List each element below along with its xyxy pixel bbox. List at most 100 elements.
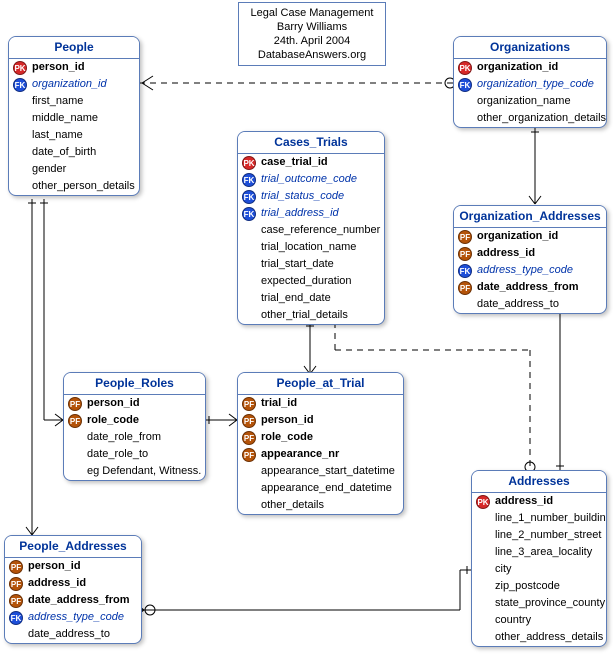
fk-key-icon: FK [242, 207, 256, 221]
attr-label: city [495, 562, 512, 577]
attr-row: other_details [238, 497, 403, 514]
entity-organization-addresses: Organization_Addresses PForganization_id… [453, 205, 607, 314]
attr-label: appearance_start_datetime [261, 464, 395, 479]
none-key-icon [242, 241, 256, 255]
none-key-icon [458, 95, 472, 109]
fk-key-icon: FK [458, 264, 472, 278]
pf-key-icon: PF [458, 230, 472, 244]
attr-row: gender [9, 161, 139, 178]
fk-key-icon: FK [458, 78, 472, 92]
attr-label: other_trial_details [261, 308, 348, 323]
attr-label: case_reference_number [261, 223, 380, 238]
attr-row: appearance_end_datetime [238, 480, 403, 497]
attr-row: PKaddress_id [472, 493, 606, 510]
none-key-icon [242, 309, 256, 323]
none-key-icon [476, 563, 490, 577]
attr-row: other_address_details [472, 629, 606, 646]
attr-label: trial_address_id [261, 206, 339, 221]
title-line1: Legal Case Management [247, 6, 377, 20]
attr-label: date_address_to [477, 297, 559, 312]
attr-row: PForganization_id [454, 228, 606, 245]
attr-label: address_type_code [477, 263, 573, 278]
fk-key-icon: FK [13, 78, 27, 92]
entity-header: Organization_Addresses [454, 206, 606, 228]
attr-row: country [472, 612, 606, 629]
attr-row: line_3_area_locality [472, 544, 606, 561]
attr-label: organization_id [477, 60, 558, 75]
attr-row: organization_name [454, 93, 606, 110]
attr-row: trial_end_date [238, 290, 384, 307]
attr-label: other_details [261, 498, 324, 513]
attr-row: PFperson_id [5, 558, 141, 575]
attr-row: state_province_county [472, 595, 606, 612]
pk-key-icon: PK [458, 61, 472, 75]
none-key-icon [68, 465, 82, 479]
attr-row: trial_start_date [238, 256, 384, 273]
attr-row: PFperson_id [64, 395, 205, 412]
attr-label: trial_status_code [261, 189, 344, 204]
entity-organizations: Organizations PK organization_id FK organiz… [453, 36, 607, 128]
none-key-icon [476, 546, 490, 560]
attr-label: role_code [261, 430, 313, 445]
attr-row: middle_name [9, 110, 139, 127]
attr-label: line_3_area_locality [495, 545, 592, 560]
attr-row: FK trial_status_code [238, 188, 384, 205]
none-key-icon [242, 275, 256, 289]
attr-label: date_address_from [28, 593, 130, 608]
pf-key-icon: PF [242, 448, 256, 462]
attr-row: line_1_number_building [472, 510, 606, 527]
attr-label: organization_id [32, 77, 107, 92]
attr-label: line_1_number_building [495, 511, 607, 526]
pf-key-icon: PF [458, 247, 472, 261]
attr-row: other_person_details [9, 178, 139, 195]
attr-label: address_id [477, 246, 535, 261]
attr-row: FK trial_address_id [238, 205, 384, 222]
attr-label: organization_name [477, 94, 571, 109]
attr-row: PFrole_code [64, 412, 205, 429]
attr-label: person_id [28, 559, 81, 574]
pf-key-icon: PF [68, 397, 82, 411]
attr-label: date_address_to [28, 627, 110, 642]
attr-row: eg Defendant, Witness. [64, 463, 205, 480]
attr-row: date_address_to [454, 296, 606, 313]
title-line2: Barry Williams [247, 20, 377, 34]
pf-key-icon: PF [68, 414, 82, 428]
attr-row: appearance_start_datetime [238, 463, 403, 480]
entity-people: People PKperson_idFKorganization_idfirst… [8, 36, 140, 196]
attr-row: FK organization_type_code [454, 76, 606, 93]
attr-row: case_reference_number [238, 222, 384, 239]
attr-label: last_name [32, 128, 83, 143]
attr-label: state_province_county [495, 596, 605, 611]
attr-label: organization_type_code [477, 77, 594, 92]
attr-row: date_of_birth [9, 144, 139, 161]
attr-row: PF address_id [454, 245, 606, 262]
none-key-icon [476, 631, 490, 645]
attr-row: first_name [9, 93, 139, 110]
attr-label: other_person_details [32, 179, 135, 194]
fk-key-icon: FK [242, 190, 256, 204]
attr-row: PK organization_id [454, 59, 606, 76]
attr-label: country [495, 613, 531, 628]
none-key-icon [68, 448, 82, 462]
attr-label: eg Defendant, Witness. [87, 464, 201, 479]
none-key-icon [476, 614, 490, 628]
none-key-icon [476, 597, 490, 611]
attr-row: PKcase_trial_id [238, 154, 384, 171]
attr-label: address_id [495, 494, 553, 509]
attr-label: date_address_from [477, 280, 579, 295]
attr-label: date_role_from [87, 430, 161, 445]
attr-label: address_id [28, 576, 86, 591]
none-key-icon [13, 146, 27, 160]
attr-row: PFrole_code [238, 429, 403, 446]
attr-label: other_organization_details [477, 111, 606, 126]
entity-cases-trials: Cases_Trials PKcase_trial_idFKtrial_outc… [237, 131, 385, 325]
attr-row: PKperson_id [9, 59, 139, 76]
attr-row: FK organization_id [9, 76, 139, 93]
pk-key-icon: PK [13, 61, 27, 75]
entity-people-at-trial: People_at_Trial PFtrial_idPFperson_idPFr… [237, 372, 404, 515]
pf-key-icon: PF [242, 397, 256, 411]
attr-row: PFaddress_id [5, 575, 141, 592]
entity-header: Organizations [454, 37, 606, 59]
none-key-icon [13, 180, 27, 194]
none-key-icon [476, 580, 490, 594]
